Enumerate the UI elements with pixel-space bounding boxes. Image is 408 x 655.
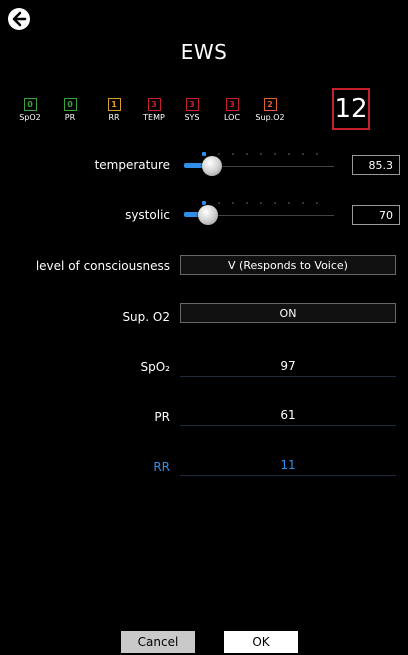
systolic-slider[interactable] <box>184 201 334 225</box>
score-value: 1 <box>107 98 121 111</box>
score-item-temp: 3 TEMP <box>136 92 172 122</box>
score-value: 3 <box>147 98 161 111</box>
back-button[interactable] <box>8 8 30 30</box>
supo2-label: Sup. O2 <box>122 310 170 324</box>
temperature-slider[interactable] <box>184 152 334 176</box>
rr-value: 11 <box>180 455 396 476</box>
score-item-spo2: 0 SpO2 <box>12 92 48 122</box>
score-value: 0 <box>63 98 77 111</box>
slider-knob[interactable] <box>202 156 222 176</box>
score-item-loc: 3 LOC <box>214 92 250 122</box>
footer-bar: Cancel OK <box>0 627 408 655</box>
score-item-supo2: 2 Sup.O2 <box>252 92 288 122</box>
score-label: SpO2 <box>19 113 41 122</box>
temperature-value-field[interactable]: 85.3 <box>352 155 400 175</box>
score-label: TEMP <box>143 113 165 122</box>
score-item-sys: 3 SYS <box>174 92 210 122</box>
loc-select[interactable]: V (Responds to Voice) <box>180 255 396 275</box>
score-label: LOC <box>223 113 241 122</box>
spo2-value: 97 <box>180 356 396 377</box>
score-label: PR <box>64 113 76 122</box>
score-value: 3 <box>185 98 199 111</box>
systolic-value-field[interactable]: 70 <box>352 205 400 225</box>
arrow-left-icon <box>12 11 27 27</box>
ok-button[interactable]: OK <box>224 631 298 653</box>
score-item-rr: 1 RR <box>96 92 132 122</box>
pr-value: 61 <box>180 405 396 426</box>
loc-label: level of consciousness <box>35 259 170 273</box>
temperature-label: temperature <box>94 158 170 172</box>
pr-label: PR <box>154 410 170 424</box>
score-value: 2 <box>263 98 277 111</box>
slider-ticks <box>184 152 334 156</box>
supo2-select[interactable]: ON <box>180 303 396 323</box>
cancel-button[interactable]: Cancel <box>121 631 195 653</box>
score-value: 0 <box>23 98 37 111</box>
score-item-pr: 0 PR <box>52 92 88 122</box>
page-title: EWS <box>180 40 228 64</box>
score-label: Sup.O2 <box>255 113 285 122</box>
score-value: 3 <box>225 98 239 111</box>
spo2-label: SpO₂ <box>140 360 171 374</box>
score-row: 0 SpO2 0 PR 1 RR 3 TEMP 3 SYS 3 LOC 2 Su… <box>19 92 320 122</box>
rr-label: RR <box>153 460 170 474</box>
systolic-label: systolic <box>125 208 170 222</box>
total-score: 12 <box>332 88 370 130</box>
slider-knob[interactable] <box>198 205 218 225</box>
score-label: RR <box>108 113 120 122</box>
score-label: SYS <box>184 113 200 122</box>
